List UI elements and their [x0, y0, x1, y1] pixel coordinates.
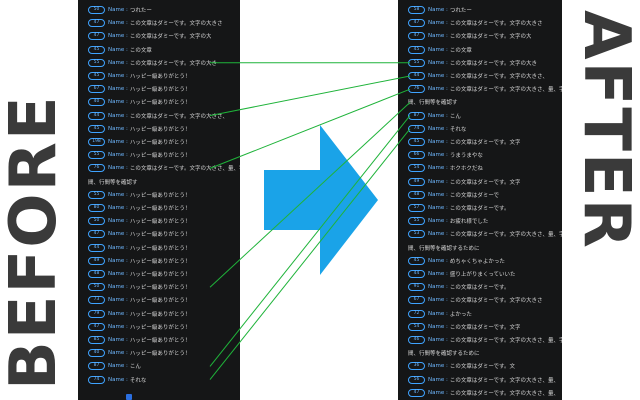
cursor-icon: [126, 394, 132, 400]
mapping-line: [209, 102, 411, 288]
mapping-line: [209, 75, 411, 117]
comparison-overlay: [209, 62, 411, 380]
mapping-line: [209, 115, 411, 367]
mapping-line: [209, 88, 411, 169]
mapping-line: [209, 128, 411, 380]
